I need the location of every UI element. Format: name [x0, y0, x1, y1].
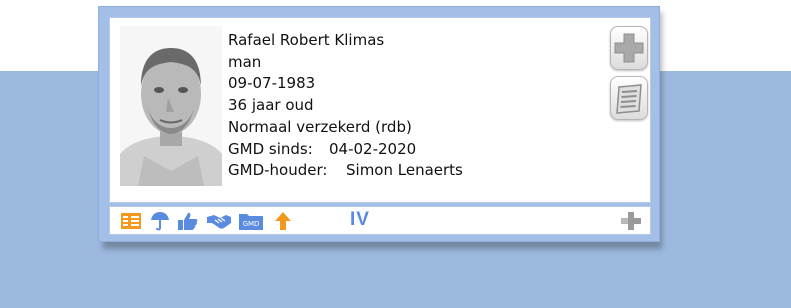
gmd-holder-value: Simon Lenaerts	[346, 161, 463, 180]
thumbs-up-icon[interactable]	[177, 211, 199, 231]
gmd-since-row: GMD sinds: 04-02-2020	[228, 139, 463, 161]
gmd-since-value: 04-02-2020	[329, 139, 417, 158]
patient-birthdate: 09-07-1983	[228, 74, 316, 93]
patient-card: Rafael Robert Klimas man 09-07-1983 36 j…	[98, 6, 660, 242]
umbrella-icon[interactable]	[150, 211, 170, 231]
patient-info-panel: Rafael Robert Klimas man 09-07-1983 36 j…	[109, 17, 651, 203]
gmd-since-label: GMD sinds:	[228, 139, 313, 158]
gmd-folder-text: GMD	[243, 220, 260, 228]
gmd-folder-icon[interactable]: GMD	[238, 211, 264, 231]
patient-photo	[120, 26, 222, 186]
patient-details: Rafael Robert Klimas man 09-07-1983 36 j…	[228, 30, 463, 182]
action-toolbar: GMD IV	[109, 206, 651, 235]
arrow-up-icon[interactable]	[274, 211, 292, 231]
patient-gender: man	[228, 52, 262, 71]
medical-cross-icon	[611, 33, 647, 73]
add-medical-button[interactable]	[610, 26, 648, 70]
sis-card-icon[interactable]	[120, 211, 142, 231]
roman-numeral-label[interactable]: IV	[350, 209, 370, 231]
puzzle-icon[interactable]	[620, 211, 642, 231]
notes-button[interactable]	[610, 76, 648, 120]
handshake-icon[interactable]	[206, 211, 232, 231]
patient-age: 36 jaar oud	[228, 96, 314, 115]
patient-name: Rafael Robert Klimas	[228, 31, 385, 49]
notes-list-icon	[611, 84, 647, 123]
gmd-holder-label: GMD-houder:	[228, 161, 328, 180]
gmd-holder-row: GMD-houder: Simon Lenaerts	[228, 160, 463, 182]
patient-insurance: Normaal verzekerd (rdb)	[228, 117, 412, 136]
